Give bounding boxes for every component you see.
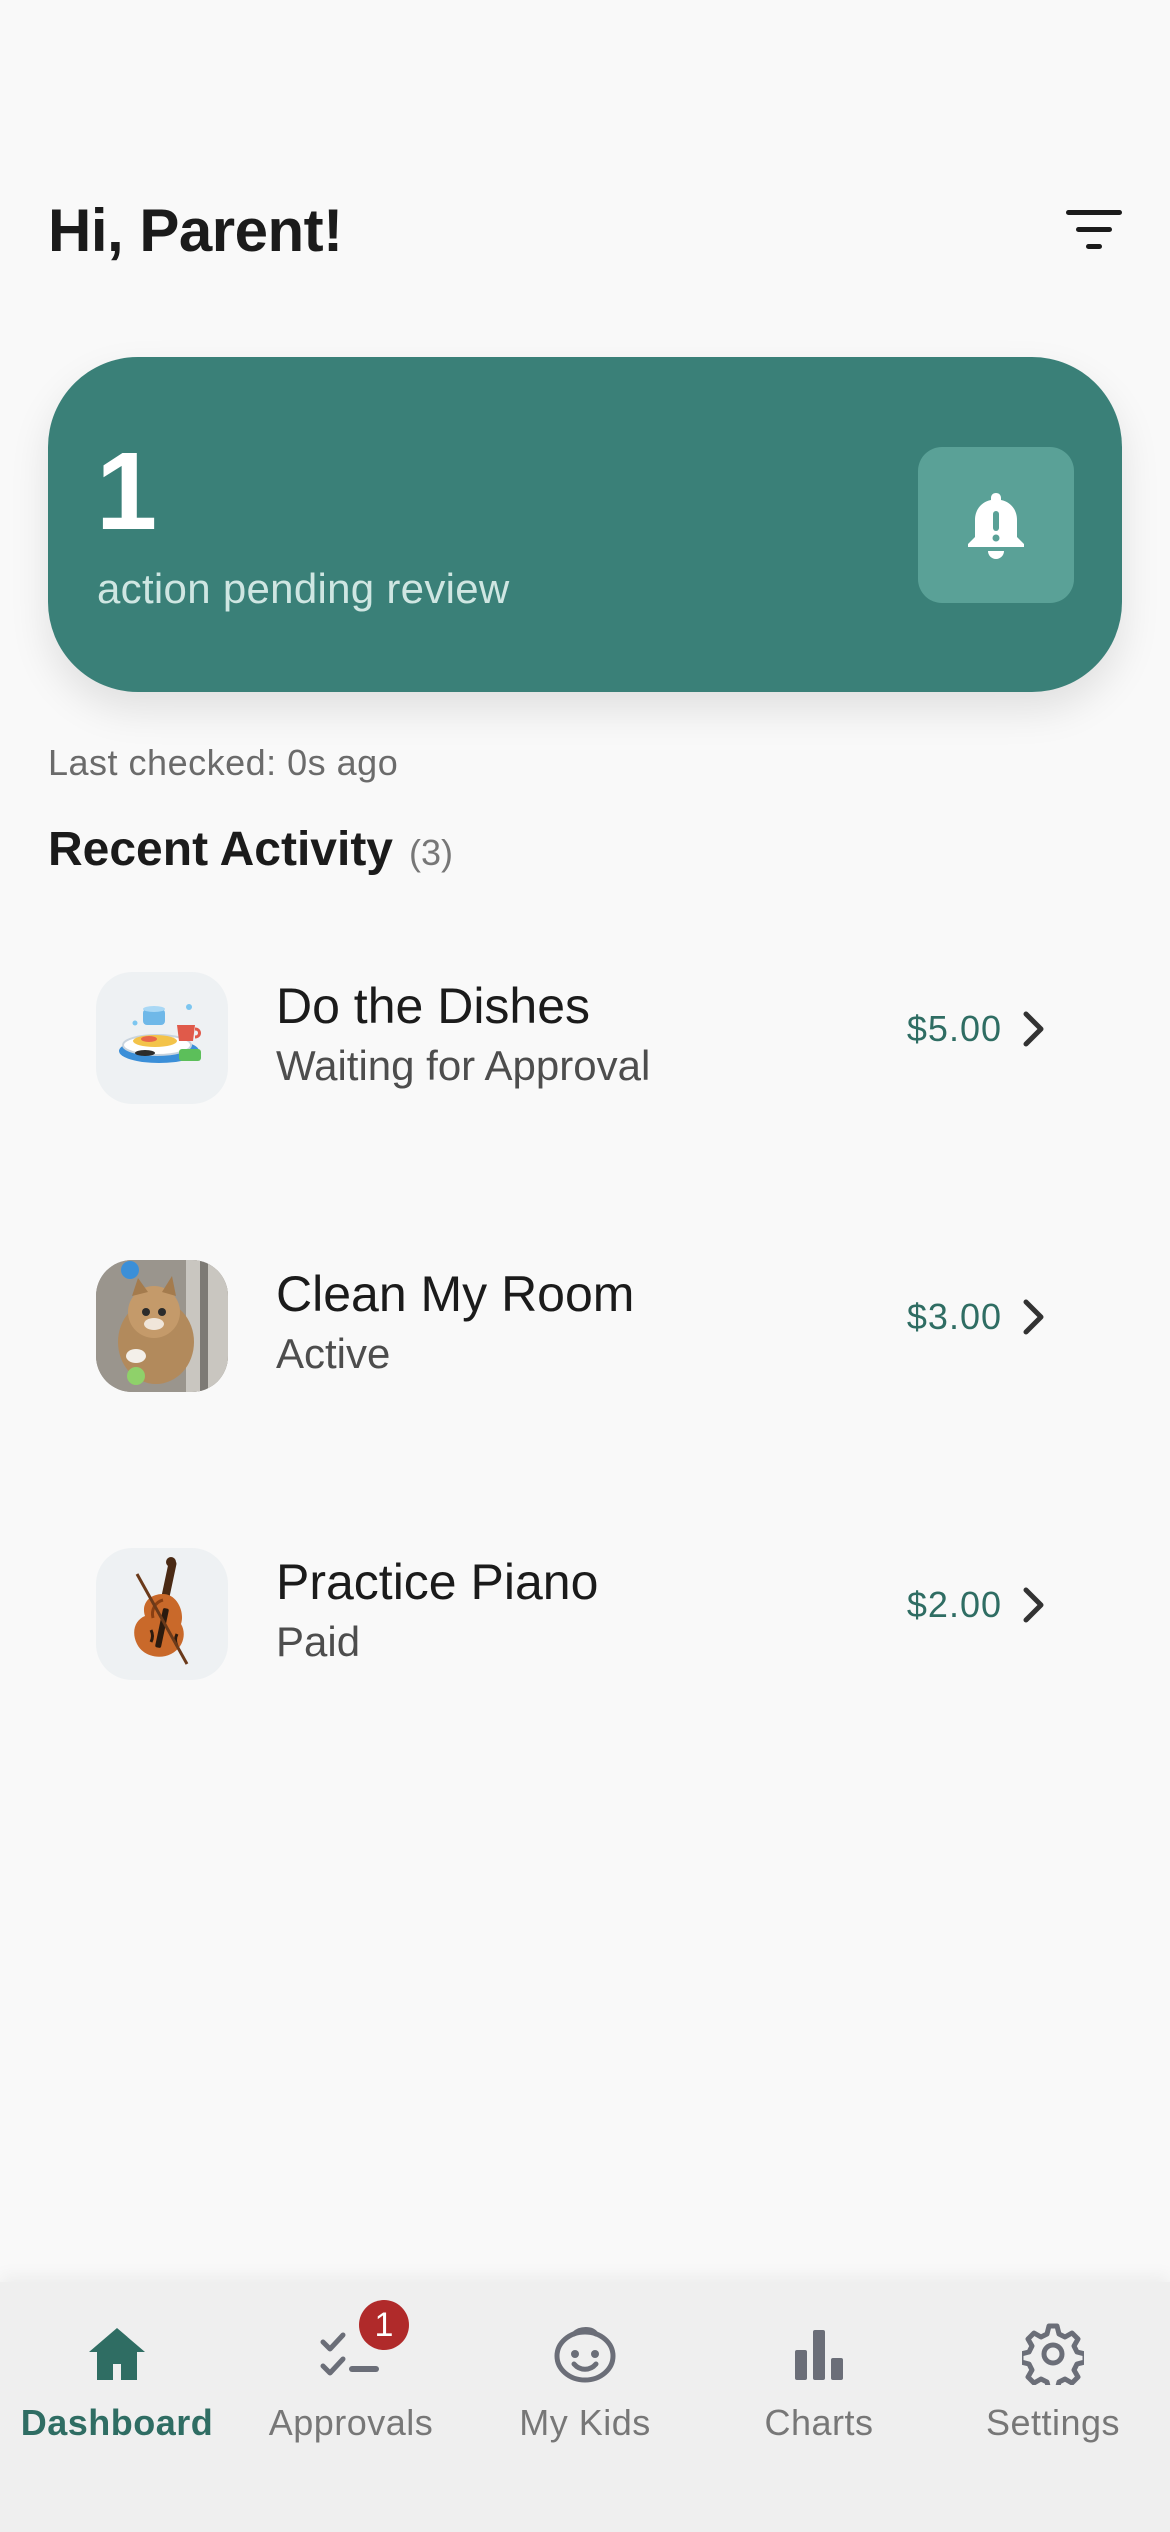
notifications-button[interactable] <box>918 447 1074 603</box>
bell-alert-icon <box>968 493 1024 559</box>
tab-label: Approvals <box>268 2402 434 2443</box>
home-icon <box>89 2328 145 2380</box>
activity-amount: $2.00 <box>906 1584 1002 1625</box>
smiley-icon <box>554 2327 616 2383</box>
filter-icon <box>1066 210 1122 249</box>
violin-emoji <box>96 1548 228 1680</box>
activity-list: Do the Dishes Waiting for Approval $5.00 <box>96 972 1076 1836</box>
chevron-right-icon <box>1023 1587 1044 1623</box>
chevron-right-icon <box>1023 1299 1044 1335</box>
chevron-right-icon <box>1023 1011 1044 1047</box>
tab-settings[interactable]: Settings <box>936 2318 1170 2444</box>
activity-name: Practice Piano <box>276 1554 599 1610</box>
last-checked-text: Last checked: 0s ago <box>48 742 399 783</box>
approvals-badge: 1 <box>359 2300 409 2350</box>
bar-chart-icon <box>795 2330 843 2380</box>
filter-button[interactable] <box>1058 194 1130 266</box>
tab-charts[interactable]: Charts <box>702 2318 936 2444</box>
dishes-emoji <box>96 972 228 1104</box>
activity-amount: $3.00 <box>906 1296 1002 1337</box>
activity-status: Paid <box>276 1618 361 1665</box>
activity-name: Do the Dishes <box>276 978 591 1034</box>
tab-label: Dashboard <box>20 2402 214 2443</box>
activity-amount: $5.00 <box>906 1008 1002 1049</box>
activity-item-piano[interactable]: Practice Piano Paid $2.00 <box>96 1548 1076 1836</box>
activity-item-clean-room[interactable]: Clean My Room Active $3.00 <box>96 1260 1076 1548</box>
tab-dashboard[interactable]: Dashboard <box>0 2318 234 2444</box>
activity-status: Active <box>276 1330 391 1377</box>
recent-activity-heading: Recent Activity (3) <box>48 822 453 877</box>
recent-activity-title: Recent Activity <box>48 823 393 876</box>
pending-count: 1 <box>96 430 158 553</box>
dashboard-screen: Hi, Parent! 1 action pending review Last… <box>0 0 1170 2532</box>
recent-activity-count: (3) <box>409 832 453 873</box>
gear-icon <box>1022 2323 1084 2385</box>
cat-photo <box>96 1260 228 1392</box>
tab-label: My Kids <box>519 2402 651 2443</box>
pending-label: action pending review <box>97 565 510 612</box>
activity-item-dishes[interactable]: Do the Dishes Waiting for Approval $5.00 <box>96 972 1076 1260</box>
greeting-title: Hi, Parent! <box>48 196 343 264</box>
header: Hi, Parent! <box>48 190 1130 270</box>
tab-label: Charts <box>764 2402 874 2443</box>
activity-name: Clean My Room <box>276 1266 635 1322</box>
bottom-navigation: Dashboard 1 Approvals My Kids Charts Set… <box>0 2282 1170 2532</box>
tab-approvals[interactable]: 1 Approvals <box>234 2300 468 2444</box>
tab-my-kids[interactable]: My Kids <box>468 2318 702 2444</box>
tab-label: Settings <box>985 2402 1121 2443</box>
pending-review-card[interactable]: 1 action pending review <box>48 357 1122 692</box>
activity-status: Waiting for Approval <box>276 1042 651 1089</box>
